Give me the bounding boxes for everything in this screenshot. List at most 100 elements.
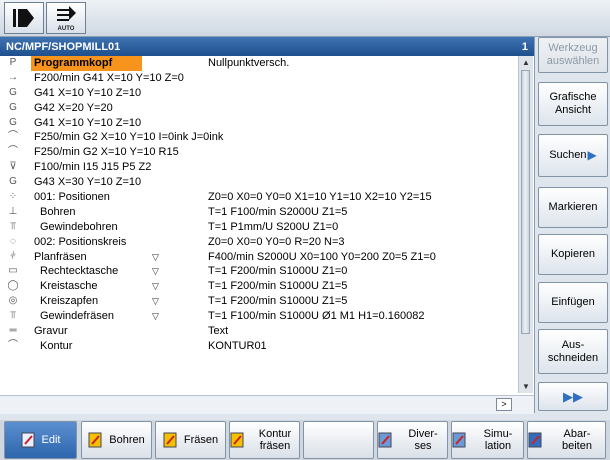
program-block-row[interactable]: G G41 X=10 Y=10 Z=10	[0, 116, 518, 131]
graphic-view-button[interactable]: Grafische Ansicht	[538, 82, 608, 126]
simulation-button[interactable]: Simu- lation	[451, 421, 524, 459]
block-name: G41 X=10 Y=10 Z=10	[34, 86, 142, 99]
program-block-row[interactable]: ⌒ F250/min G2 X=10 Y=10 R15	[0, 145, 518, 160]
contour-milling-button[interactable]: Kontur fräsen	[229, 421, 300, 459]
program-block-row[interactable]: ⫪ Gewindebohren T=1 P1mm/U S200U Z1=0	[0, 220, 518, 235]
program-block-row[interactable]: G G42 X=20 Y=20	[0, 101, 518, 116]
block-name: F200/min G41 X=10 Y=10 Z=0	[34, 71, 184, 84]
program-block-row[interactable]: ◎ Kreiszapfen ▽ T=1 F200/min S1000U Z1=5	[0, 294, 518, 309]
auto-mode-icon	[57, 6, 76, 21]
mark-button[interactable]: Markieren	[538, 187, 608, 228]
program-block-row[interactable]: ⌒ Kontur KONTUR01	[0, 339, 518, 354]
block-parameters: Nullpunktversch.	[208, 57, 290, 69]
program-editor: NC/MPF/SHOPMILL01 1 P Programmkopf Nullpun…	[0, 37, 535, 414]
block-type-icon: G	[9, 116, 17, 128]
drilling-button-label: Bohren	[109, 434, 145, 446]
scroll-right-button[interactable]: >	[496, 398, 512, 411]
block-name: Kreistasche	[40, 280, 98, 293]
chain-marker-icon: ▽	[152, 281, 159, 292]
block-parameters: F400/min S2000U X0=100 Y0=200 Z0=5 Z1=0	[208, 250, 436, 263]
program-block-row[interactable]: ⫩ Planfräsen ▽ F400/min S2000U X0=100 Y0=20…	[0, 250, 518, 265]
edit-icon	[21, 431, 37, 449]
paste-button[interactable]: Einfügen	[538, 282, 608, 323]
mill-icon	[163, 431, 179, 449]
channel-number: 1	[521, 41, 528, 53]
program-block-row[interactable]: ═ Gravur Text	[0, 324, 518, 339]
block-type-icon: ⌒	[8, 131, 18, 143]
block-type-icon: ⫪	[10, 310, 16, 322]
horizontal-softkey-bar: Edit Bohren Fräsen Kontur fräsen Diver- ses S…	[0, 420, 610, 460]
scroll-down-icon[interactable]: ▼	[519, 382, 533, 391]
more-button[interactable]: ▶▶	[538, 382, 608, 411]
program-block-row[interactable]: → F200/min G41 X=10 Y=10 Z=0	[0, 71, 518, 86]
block-name: G41 X=10 Y=10 Z=10	[34, 116, 142, 129]
contour-icon	[230, 431, 246, 449]
block-parameters: Z0=0 X0=0 Y0=0 X1=10 Y1=10 X2=10 Y2=15	[208, 191, 432, 204]
program-block-row[interactable]: P Programmkopf Nullpunktversch.	[0, 56, 518, 71]
block-name: Planfräsen	[34, 250, 87, 263]
execute-button-label: Abar- beiten	[562, 428, 592, 452]
scroll-up-icon[interactable]: ▲	[519, 58, 533, 67]
edit-button[interactable]: Edit	[4, 421, 77, 459]
program-block-row[interactable]: ◌ 002: Positionskreis Z0=0 X0=0 Y0=0 R=20 …	[0, 235, 518, 250]
empty-softkey[interactable]	[303, 421, 374, 459]
execute-button[interactable]: Abar- beiten	[527, 421, 606, 459]
block-parameters: T=1 F200/min S1000U Z1=5	[208, 295, 348, 308]
block-type-icon: ⌒	[8, 146, 18, 158]
block-parameters: Text	[208, 325, 229, 338]
misc-button[interactable]: Diver- ses	[377, 421, 448, 459]
cut-button[interactable]: Aus- schneiden	[538, 329, 608, 374]
auto-label: AUTO	[57, 26, 75, 32]
program-block-row[interactable]: G G43 X=30 Y=10 Z=10	[0, 175, 518, 190]
block-parameters: T=1 P1mm/U S200U Z1=0	[208, 220, 339, 233]
vertical-scrollbar[interactable]: ▲ ▼	[518, 56, 533, 393]
block-parameters: KONTUR01	[208, 339, 267, 352]
block-name: Bohren	[40, 205, 76, 218]
block-name: G42 X=20 Y=20	[34, 101, 113, 114]
misc-button-label: Diver- ses	[408, 428, 438, 452]
block-name: F100/min I15 J15 P5 Z2	[34, 161, 152, 174]
block-name: 002: Positionskreis	[34, 235, 127, 248]
simulation-icon	[452, 431, 468, 449]
program-block-row[interactable]: ⊽ F100/min I15 J15 P5 Z2	[0, 160, 518, 175]
block-type-icon: ⊽	[9, 161, 17, 173]
select-tool-button[interactable]: Werkzeug auswählen	[538, 37, 608, 73]
copy-button-label: Kopieren	[550, 248, 596, 260]
program-block-row[interactable]: ⫪ Gewindefräsen ▽ T=1 F100/min S1000U Ø1 M1…	[0, 309, 518, 324]
scroll-thumb[interactable]	[521, 70, 530, 334]
block-parameters: T=1 F100/min S2000U Z1=5	[208, 205, 348, 218]
misc-icon	[378, 431, 394, 449]
program-block-row[interactable]: ▭ Rechtecktasche ▽ T=1 F200/min S1000U Z1=0	[0, 264, 518, 279]
block-type-icon: ⌒	[8, 339, 18, 351]
copy-button[interactable]: Kopieren	[538, 234, 608, 275]
program-header: NC/MPF/SHOPMILL01 1	[0, 37, 534, 56]
machine-area-button[interactable]	[4, 2, 44, 34]
edit-button-label: Edit	[41, 434, 61, 446]
block-parameters: T=1 F100/min S1000U Ø1 M1 H1=0.160082	[208, 310, 425, 323]
auto-mode-button[interactable]: AUTO	[46, 2, 86, 34]
program-block-row[interactable]: ⊥ Bohren T=1 F100/min S2000U Z1=5	[0, 205, 518, 220]
chain-marker-icon: ▽	[152, 311, 159, 322]
drill-icon	[88, 431, 104, 449]
arrow-right-icon: ▶	[587, 148, 597, 162]
select-tool-button-label: Werkzeug auswählen	[546, 42, 600, 67]
paste-button-label: Einfügen	[551, 296, 595, 308]
search-button-label: Suchen	[549, 149, 587, 161]
block-type-icon: ═	[9, 325, 17, 337]
program-block-row[interactable]: ◯ Kreistasche ▽ T=1 F200/min S1000U Z1=5	[0, 279, 518, 294]
search-button[interactable]: Suchen ▶	[538, 134, 608, 177]
program-block-row[interactable]: G G41 X=10 Y=10 Z=10	[0, 86, 518, 101]
contour-milling-button-label: Kontur fräsen	[258, 428, 292, 452]
block-name: Programmkopf	[31, 56, 143, 71]
block-type-icon: →	[8, 71, 18, 83]
block-type-icon: ▭	[8, 265, 18, 277]
block-name: Gravur	[34, 325, 68, 338]
program-block-row[interactable]: ⁘ 001: Positionen Z0=0 X0=0 Y0=0 X1=10 Y1=…	[0, 190, 518, 205]
block-type-icon: G	[9, 86, 17, 98]
block-type-icon: G	[9, 101, 17, 113]
milling-button[interactable]: Fräsen	[155, 421, 226, 459]
block-parameters: T=1 F200/min S1000U Z1=0	[208, 265, 348, 278]
program-block-row[interactable]: ⌒ F250/min G2 X=10 Y=10 I=0ink J=0ink	[0, 130, 518, 145]
program-block-list[interactable]: P Programmkopf Nullpunktversch. → F200/min G…	[0, 56, 518, 354]
drilling-button[interactable]: Bohren	[81, 421, 152, 459]
